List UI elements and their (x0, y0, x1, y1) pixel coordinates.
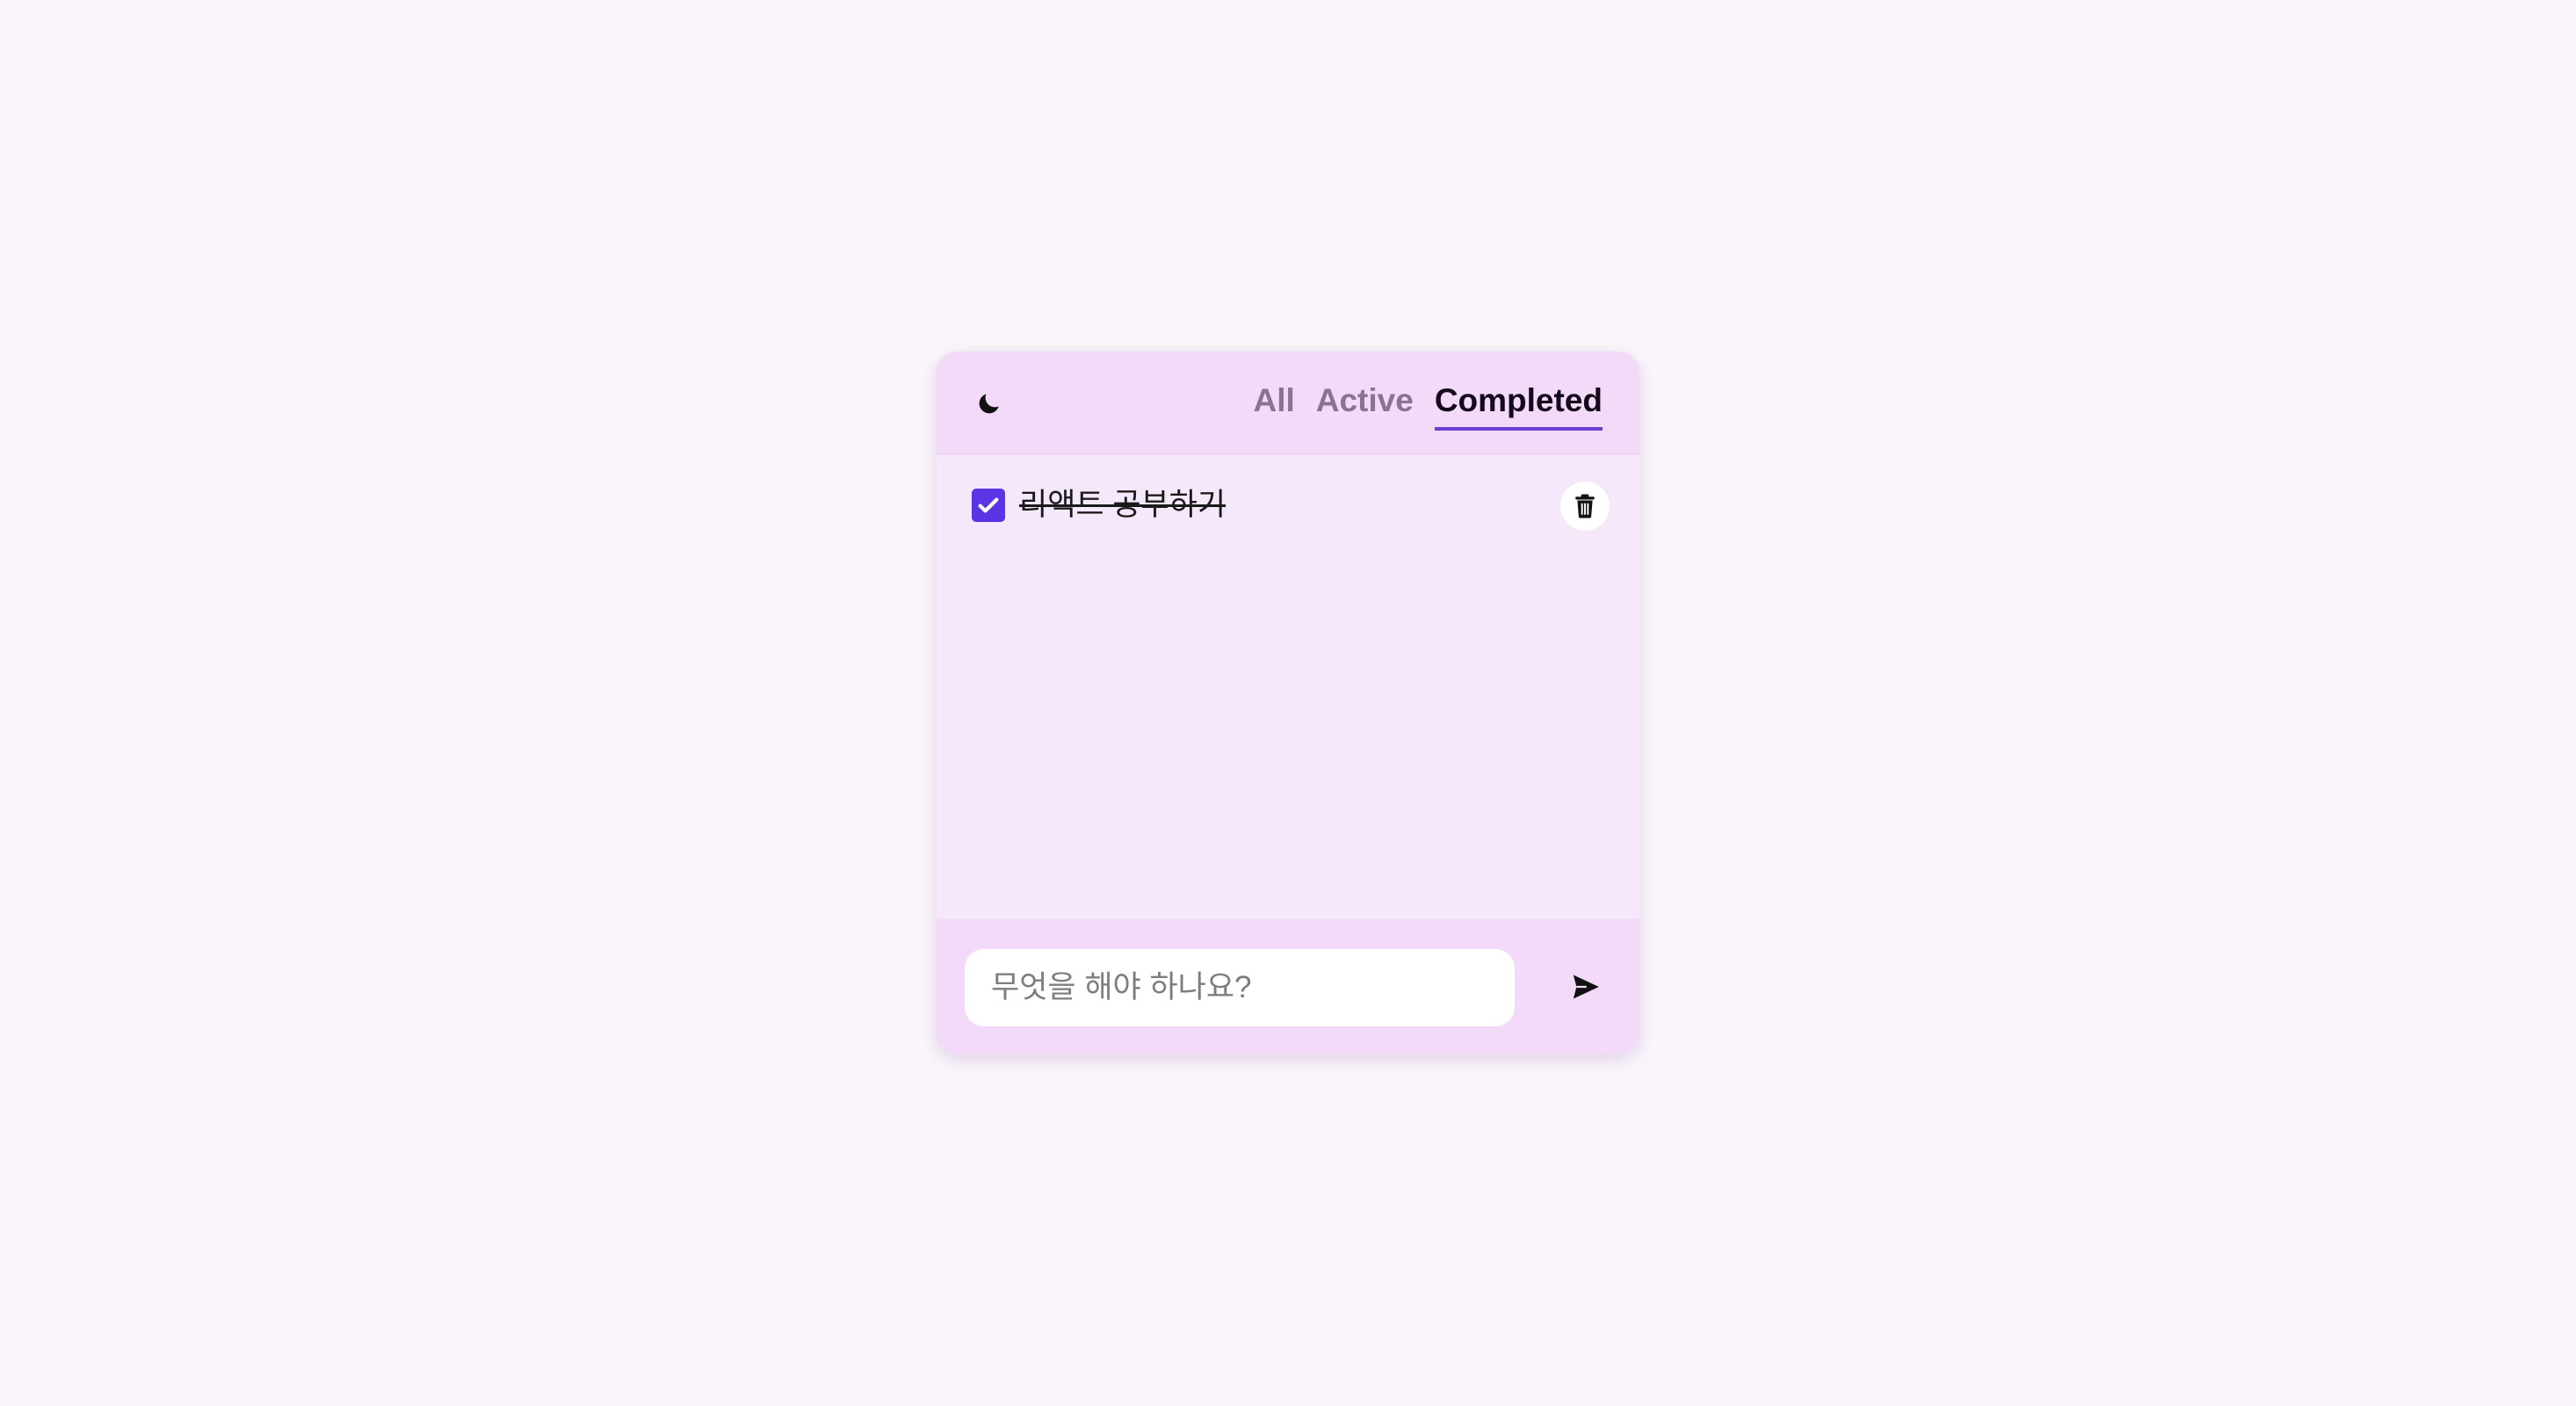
delete-button[interactable] (1560, 482, 1610, 531)
header: All Active Completed (937, 352, 1639, 455)
tab-all[interactable]: All (1253, 378, 1294, 427)
send-button[interactable] (1564, 965, 1608, 1009)
todo-card: All Active Completed 리액트 공부하기 (937, 352, 1639, 1054)
todo-checkbox[interactable] (972, 489, 1005, 522)
moon-icon (979, 394, 999, 414)
tab-completed[interactable]: Completed (1434, 378, 1603, 431)
theme-toggle-button[interactable] (968, 385, 1010, 422)
checkmark-icon (978, 497, 999, 513)
trash-icon (1575, 494, 1595, 518)
list-item: 리액트 공부하기 (972, 482, 1610, 531)
send-icon (1573, 975, 1599, 999)
todo-text: 리액트 공부하기 (1019, 488, 1226, 522)
filter-tabs: All Active Completed (1253, 378, 1603, 431)
todo-input[interactable] (965, 949, 1515, 1026)
todo-list: 리액트 공부하기 (937, 455, 1639, 919)
add-todo-form (937, 919, 1639, 1054)
tab-active[interactable]: Active (1316, 378, 1414, 427)
